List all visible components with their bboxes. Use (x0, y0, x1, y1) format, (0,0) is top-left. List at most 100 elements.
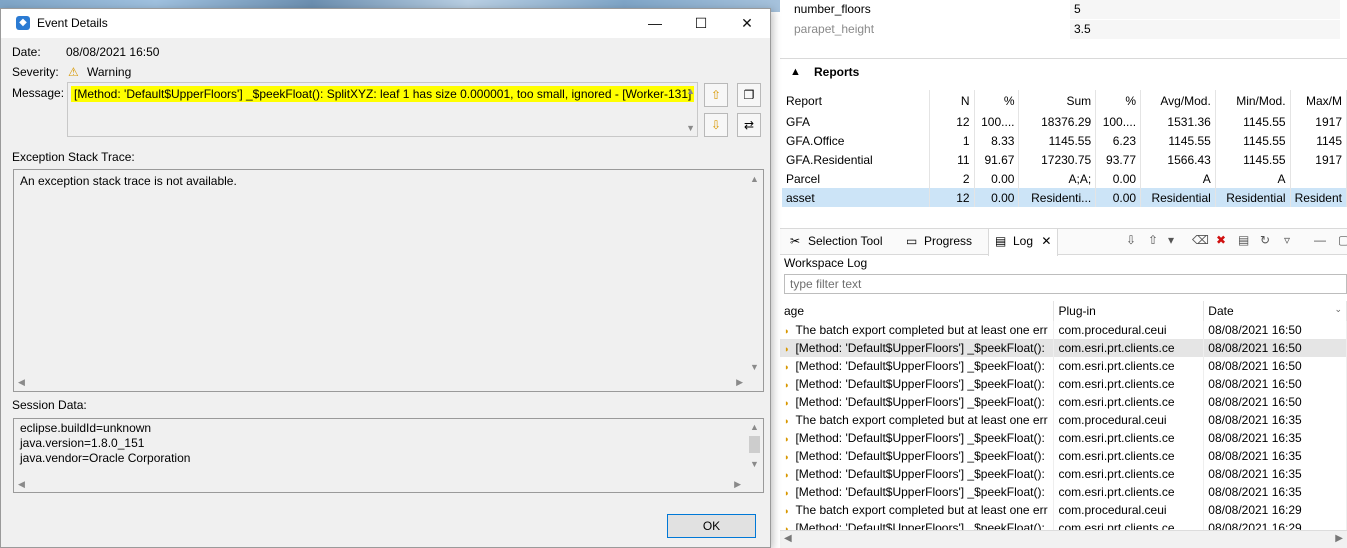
chevron-up-icon[interactable]: ▲ (790, 66, 801, 78)
maximize-button[interactable]: ☐ (678, 9, 724, 38)
filter-input[interactable] (784, 274, 1347, 294)
log-row[interactable]: ◗ [Method: 'Default$UpperFloors'] _$peekF… (780, 339, 1347, 357)
log-row[interactable]: ◗ The batch export completed but at least… (780, 501, 1347, 519)
scroll-up-icon[interactable]: ▲ (750, 174, 759, 184)
clear-log-icon[interactable]: ⌫ (1192, 233, 1209, 247)
minimize-button[interactable]: — (632, 9, 678, 38)
stack-trace-textarea[interactable]: An exception stack trace is not availabl… (13, 169, 764, 392)
log-plugin-cell: com.esri.prt.clients.ce (1053, 393, 1205, 411)
attribute-name: parapet_height (794, 22, 875, 36)
log-row[interactable]: ◗ [Method: 'Default$UpperFloors'] _$peekF… (780, 465, 1347, 483)
tab-selection-tool[interactable]: ✂ Selection Tool (784, 229, 889, 255)
log-row[interactable]: ◗ The batch export completed but at least… (780, 321, 1347, 339)
scroll-down-icon[interactable]: ▼ (750, 362, 759, 372)
scroll-right-icon[interactable]: ▶ (1335, 533, 1343, 544)
export-log-icon[interactable]: ⇩ (1126, 233, 1136, 247)
table-cell: 100.... (974, 112, 1020, 131)
attribute-value[interactable]: 3.5 (1070, 20, 1340, 39)
column-header-plugin[interactable]: Plug-in (1053, 301, 1205, 321)
delete-log-icon[interactable]: ✖ (1216, 233, 1226, 247)
column-header[interactable]: Sum (1018, 90, 1097, 112)
minimize-icon[interactable]: — (1314, 233, 1326, 247)
import-log-icon[interactable]: ⇧ (1148, 233, 1158, 247)
log-row[interactable]: ◗ [Method: 'Default$UpperFloors'] _$peekF… (780, 447, 1347, 465)
log-row[interactable]: ◗ [Method: 'Default$UpperFloors'] _$peekF… (780, 357, 1347, 375)
scroll-left-icon[interactable]: ◀ (784, 533, 792, 544)
tab-label: Log (1013, 234, 1034, 248)
log-row[interactable]: ◗ [Method: 'Default$UpperFloors'] _$peekF… (780, 429, 1347, 447)
scroll-up-icon[interactable]: ▲ (686, 86, 695, 96)
table-cell: 1566.43 (1140, 150, 1216, 169)
scroll-up-icon[interactable]: ▲ (750, 422, 759, 432)
horizontal-scrollbar[interactable]: ◀ ▶ (780, 530, 1347, 548)
table-row[interactable]: Parcel 2 0.00 A;A; 0.00 A A (782, 169, 1347, 188)
attribute-value[interactable]: 5 (1070, 0, 1340, 19)
scroll-left-icon[interactable]: ◀ (18, 479, 25, 490)
reports-section-header[interactable]: ▲ Reports (780, 58, 1347, 86)
log-message-cell: ◗ [Method: 'Default$UpperFloors'] _$peekF… (780, 375, 1055, 393)
stack-trace-label: Exception Stack Trace: (12, 150, 135, 164)
scroll-right-icon[interactable]: ▶ (736, 377, 743, 388)
restore-log-icon[interactable]: ↻ (1260, 233, 1270, 247)
table-cell: 1145.55 (1215, 112, 1291, 131)
filter-button[interactable]: ⇄ (737, 113, 761, 137)
scroll-down-icon[interactable]: ▼ (750, 459, 759, 469)
table-row[interactable]: asset 12 0.00 Residenti... 0.00 Residential Re… (782, 188, 1347, 207)
open-log-icon[interactable]: ▤ (1238, 233, 1249, 247)
column-header-message[interactable]: age (780, 301, 1055, 321)
column-header[interactable]: Max/M (1290, 90, 1347, 112)
vertical-scrollbar[interactable]: ▲ ▼ (746, 170, 763, 374)
column-header[interactable]: N (929, 90, 975, 112)
log-message-text: [Method: 'Default$UpperFloors'] _$peekFl… (795, 485, 1045, 499)
table-row[interactable]: GFA.Residential 11 91.67 17230.75 93.77 1566.… (782, 150, 1347, 169)
column-header[interactable]: Avg/Mod. (1140, 90, 1216, 112)
attribute-name: number_floors (794, 2, 871, 16)
table-cell: 1917 (1290, 150, 1347, 169)
scroll-thumb[interactable] (749, 436, 760, 453)
chevron-down-icon[interactable]: ▾ (1168, 233, 1174, 247)
warning-icon: ◗ (784, 362, 790, 372)
log-message-text: [Method: 'Default$UpperFloors'] _$peekFl… (795, 341, 1045, 355)
log-row[interactable]: ◗ [Method: 'Default$UpperFloors'] _$peekF… (780, 375, 1347, 393)
table-row[interactable]: GFA 12 100.... 18376.29 100.... 1531.36 1145.5… (782, 112, 1347, 131)
copy-button[interactable]: ❐ (737, 83, 761, 107)
scroll-down-icon[interactable]: ▼ (686, 123, 695, 133)
tab-progress[interactable]: ▭ Progress (900, 229, 978, 255)
maximize-icon[interactable]: ▢ (1338, 233, 1347, 247)
table-row[interactable]: GFA.Office 1 8.33 1145.55 6.23 1145.55 1145.55… (782, 131, 1347, 150)
log-message-text: The batch export completed but at least … (795, 413, 1048, 427)
scroll-right-icon[interactable]: ▶ (734, 479, 741, 490)
column-header[interactable]: Report (782, 90, 931, 112)
next-event-button[interactable]: ⇩ (704, 113, 728, 137)
table-cell: Parcel (782, 169, 931, 188)
title-bar[interactable]: ◆ Event Details — ☐ ✕ (1, 9, 770, 38)
horizontal-scrollbar[interactable]: ◀ ▶ (14, 374, 747, 391)
view-menu-icon[interactable]: ▿ (1284, 233, 1290, 247)
log-row[interactable]: ◗ The batch export completed but at least… (780, 411, 1347, 429)
close-icon[interactable]: ✕ (1041, 234, 1051, 248)
column-header[interactable]: % (974, 90, 1020, 112)
column-header[interactable]: Min/Mod. (1215, 90, 1291, 112)
log-message-text: [Method: 'Default$UpperFloors'] _$peekFl… (795, 431, 1045, 445)
log-plugin-cell: com.procedural.ceui (1053, 501, 1205, 519)
session-data-textarea[interactable]: eclipse.buildId=unknown java.version=1.8… (13, 418, 764, 493)
column-header-date[interactable]: Date ⌄ (1203, 301, 1347, 321)
arrow-down-icon: ⇩ (710, 118, 722, 132)
ok-button[interactable]: OK (667, 514, 756, 538)
column-header[interactable]: % (1095, 90, 1142, 112)
log-message-cell: ◗ The batch export completed but at least… (780, 321, 1055, 339)
tab-log[interactable]: ▤ Log ✕ (988, 229, 1059, 256)
table-cell: 0.00 (974, 169, 1020, 188)
log-message-text: [Method: 'Default$UpperFloors'] _$peekFl… (795, 467, 1045, 481)
table-cell: 18376.29 (1018, 112, 1097, 131)
message-textarea[interactable]: [Method: 'Default$UpperFloors'] _$peekFl… (67, 82, 698, 137)
log-date-cell: 08/08/2021 16:50 (1203, 375, 1347, 393)
scroll-left-icon[interactable]: ◀ (18, 377, 25, 388)
vertical-scrollbar[interactable]: ▲ ▼ (746, 419, 763, 477)
log-row[interactable]: ◗ [Method: 'Default$UpperFloors'] _$peekF… (780, 393, 1347, 411)
log-row[interactable]: ◗ [Method: 'Default$UpperFloors'] _$peekF… (780, 483, 1347, 501)
event-details-dialog: ◆ Event Details — ☐ ✕ Date: 08/08/2021 1… (0, 8, 771, 548)
previous-event-button[interactable]: ⇧ (704, 83, 728, 107)
table-cell: 100.... (1095, 112, 1142, 131)
close-button[interactable]: ✕ (724, 9, 770, 38)
